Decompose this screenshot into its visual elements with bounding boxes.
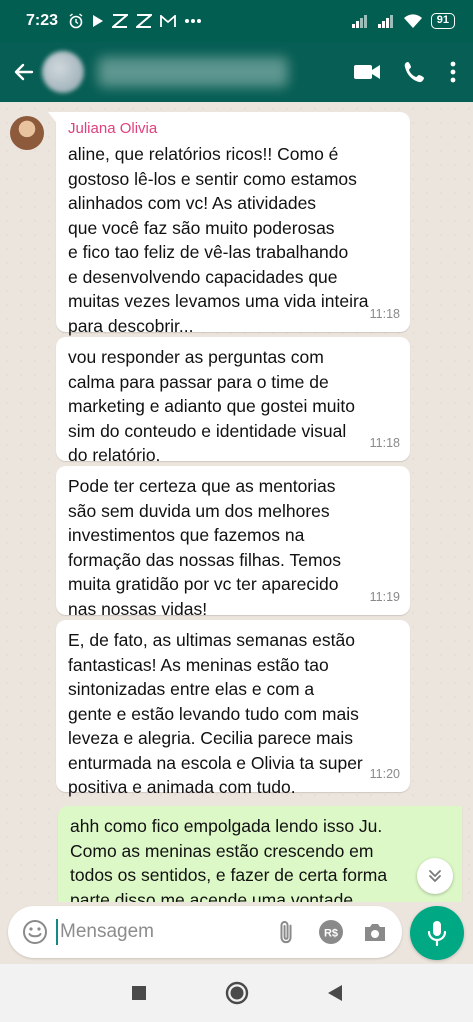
mic-button[interactable] [410, 906, 464, 960]
video-call-icon[interactable] [353, 62, 381, 82]
more-dots-icon [185, 19, 202, 23]
signal-icon [351, 15, 367, 28]
battery-icon: 91 [430, 13, 455, 29]
more-vert-icon[interactable] [449, 61, 457, 83]
message-input[interactable] [60, 921, 250, 943]
recents-button[interactable] [131, 985, 147, 1001]
outgoing-message[interactable]: ahh como fico empolgada lendo isso Ju. C… [58, 806, 462, 902]
payment-icon[interactable]: R$ [318, 919, 344, 945]
wifi-icon [403, 13, 422, 28]
header-actions [353, 60, 457, 84]
contact-avatar[interactable] [42, 51, 84, 93]
home-button[interactable] [225, 981, 249, 1005]
system-nav-bar [0, 964, 473, 1022]
incoming-message[interactable]: Juliana Olivia aline, que relatórios ric… [48, 112, 410, 336]
message-text: aline, que relatórios ricos!! Como é gos… [68, 144, 369, 336]
incoming-message[interactable]: Pode ter certeza que as mentorias são se… [56, 466, 410, 619]
signal-icon [377, 15, 393, 28]
message-time: 11:20 [369, 766, 400, 781]
text-caret [56, 919, 58, 945]
status-bar: 7:23 91 [0, 0, 473, 42]
incoming-message[interactable]: vou responder as perguntas com calma par… [56, 337, 410, 465]
message-text: Pode ter certeza que as mentorias são se… [68, 476, 342, 619]
message-time: 11:19 [369, 589, 400, 604]
gmail-icon [160, 14, 176, 27]
message-text: E, de fato, as ultimas semanas estão fan… [68, 630, 363, 797]
chat-area[interactable]: Juliana Olivia aline, que relatórios ric… [0, 102, 473, 902]
chat-header [0, 42, 473, 102]
phone-icon[interactable] [403, 60, 427, 84]
emoji-icon[interactable] [22, 919, 48, 945]
attach-icon[interactable] [274, 919, 300, 945]
composer: R$ [0, 902, 473, 964]
back-button[interactable] [6, 52, 42, 92]
message-time: 11:18 [369, 306, 400, 321]
double-chevron-down-icon [429, 870, 441, 882]
message-text: ahh como fico empolgada lendo isso Ju. C… [70, 816, 388, 902]
incoming-message[interactable]: E, de fato, as ultimas semanas estão fan… [56, 620, 410, 797]
composer-actions: R$ [274, 919, 388, 945]
alarm-icon [69, 13, 83, 29]
sender-name[interactable]: Juliana Olivia [68, 120, 398, 138]
app-icon [112, 14, 129, 28]
message-text: vou responder as perguntas com calma par… [68, 347, 355, 465]
camera-icon[interactable] [362, 920, 388, 944]
scroll-down-button[interactable] [417, 858, 453, 894]
message-time: 11:18 [369, 435, 400, 450]
back-arrow-icon [14, 63, 34, 81]
mic-icon [427, 921, 447, 946]
app-icon [136, 14, 153, 28]
system-icons: 91 [351, 13, 455, 29]
notification-icons [68, 13, 202, 29]
contact-name[interactable] [98, 57, 288, 87]
play-icon [93, 15, 104, 27]
sender-avatar[interactable] [10, 116, 44, 150]
back-nav-button[interactable] [327, 984, 343, 1002]
status-time: 7:23 [26, 12, 59, 29]
svg-text:R$: R$ [324, 928, 338, 940]
message-input-box[interactable]: R$ [8, 906, 402, 958]
